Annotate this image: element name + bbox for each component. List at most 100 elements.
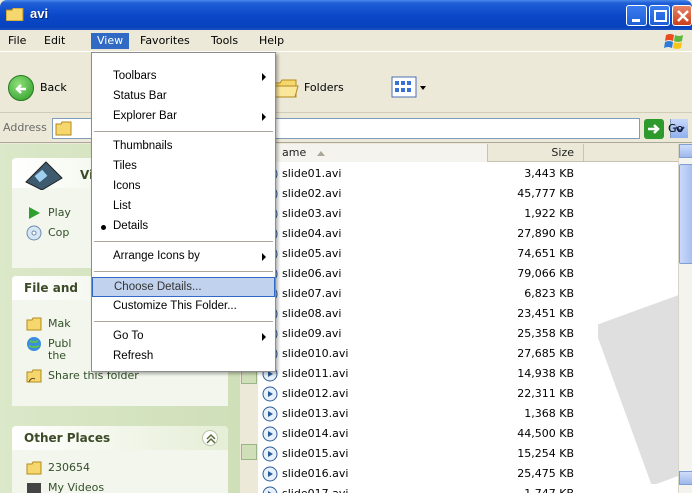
table-row[interactable]: slide08.avi 23,451 KB [258,304,678,324]
menu-item-icons[interactable]: Icons [92,177,275,197]
menu-item-customize-folder[interactable]: Customize This Folder... [92,297,275,317]
file-name: slide07.avi [282,287,342,300]
menu-item-status-bar[interactable]: Status Bar [92,87,275,107]
vertical-scrollbar[interactable] [678,144,692,493]
menu-item-choose-details[interactable]: Choose Details... [92,277,275,297]
table-row[interactable]: slide07.avi 6,823 KB [258,284,678,304]
avi-file-icon [262,486,278,493]
avi-file-icon [262,406,278,422]
table-row[interactable]: slide011.avi 14,938 KB [258,364,678,384]
menu-favorites[interactable]: Favorites [134,33,196,49]
table-row[interactable]: slide013.avi 1,368 KB [258,404,678,424]
scroll-up-button[interactable] [679,144,692,158]
menu-tools[interactable]: Tools [205,33,244,49]
make-new-folder-link[interactable]: Mak [26,316,71,332]
menu-item-refresh[interactable]: Refresh [92,347,275,367]
table-row[interactable]: slide02.avi 45,777 KB [258,184,678,204]
minimize-button[interactable] [626,5,647,26]
go-arrow-icon [648,124,660,134]
table-row[interactable]: slide012.avi 22,311 KB [258,384,678,404]
menu-separator [94,321,273,322]
table-row[interactable]: slide05.avi 74,651 KB [258,244,678,264]
file-tasks-title: File and [24,281,78,295]
size-column-label: Size [551,146,574,159]
window-title: avi [30,6,49,21]
file-size: 79,066 KB [517,267,574,280]
menu-item-toolbars[interactable]: Toolbars [92,67,275,87]
file-size: 27,685 KB [517,347,574,360]
publish-to-web-link-line2[interactable]: the [48,349,66,362]
close-button[interactable] [672,5,692,26]
collapse-icon[interactable] [202,430,218,446]
new-folder-icon [26,317,42,331]
menu-item-thumbnails[interactable]: Thumbnails [92,137,275,157]
folder-icon [26,461,42,475]
go-label[interactable]: Go [668,122,683,135]
copy-to-cd-link[interactable]: Cop [26,225,69,241]
file-name: slide06.avi [282,267,342,280]
cd-icon [26,225,42,241]
table-row[interactable]: slide06.avi 79,066 KB [258,264,678,284]
file-size: 1,922 KB [524,207,574,220]
maximize-icon [654,10,667,22]
avi-file-icon [262,446,278,462]
avi-file-icon [262,386,278,402]
table-row[interactable]: slide09.avi 25,358 KB [258,324,678,344]
table-row[interactable]: slide014.avi 44,500 KB [258,424,678,444]
scroll-arrow-down-2[interactable] [241,444,257,460]
other-places-header[interactable]: Other Places [12,426,228,450]
file-size: 25,475 KB [517,467,574,480]
back-label: Back [40,81,67,94]
file-size: 23,451 KB [517,307,574,320]
file-size: 1,747 KB [488,487,574,493]
minimize-icon [632,19,640,22]
table-row[interactable]: slide015.avi 15,254 KB [258,444,678,464]
menu-edit[interactable]: Edit [38,33,71,49]
submenu-arrow-icon [262,253,266,261]
file-name: slide017.avi [282,487,348,493]
file-size: 44,500 KB [517,427,574,440]
name-column-header[interactable]: ame [258,144,488,162]
place-my-videos-link[interactable]: My Videos [26,480,104,493]
file-name: slide03.avi [282,207,342,220]
file-name: slide013.avi [282,407,349,420]
table-row[interactable]: slide016.avi 25,475 KB [258,464,678,484]
table-row[interactable]: slide017.avi 1,747 KB [258,484,678,493]
submenu-arrow-icon [262,333,266,341]
table-row[interactable]: slide03.avi 1,922 KB [258,204,678,224]
menu-item-tiles[interactable]: Tiles [92,157,275,177]
menu-view[interactable]: View [91,33,130,49]
scroll-thumb[interactable] [679,164,692,264]
back-arrow-icon [8,75,34,101]
table-row[interactable]: slide010.avi 27,685 KB [258,344,678,364]
menu-file[interactable]: File [2,33,32,49]
menu-item-explorer-bar[interactable]: Explorer Bar [92,107,275,127]
file-size: 14,938 KB [517,367,574,380]
menu-item-details[interactable]: Details [92,217,275,237]
table-row[interactable]: slide01.avi 3,443 KB [258,164,678,184]
play-all-link[interactable]: Play [26,205,71,221]
scroll-down-button[interactable] [679,471,692,485]
menu-help[interactable]: Help [253,33,290,49]
file-name: slide02.avi [282,187,342,200]
menu-item-list[interactable]: List [92,197,275,217]
maximize-button[interactable] [649,5,670,26]
file-size: 3,443 KB [524,167,574,180]
go-button[interactable] [644,119,664,139]
table-row[interactable]: slide04.avi 27,890 KB [258,224,678,244]
view-menu: Toolbars Status Bar Explorer Bar Thumbna… [91,52,276,372]
film-strip-icon [25,161,63,190]
menu-item-arrange-icons-by[interactable]: Arrange Icons by [92,247,275,267]
file-name: slide012.avi [282,387,349,400]
file-size: 27,890 KB [517,227,574,240]
file-name: slide04.avi [282,227,342,240]
globe-icon [27,337,41,351]
place-230654-link[interactable]: 230654 [26,460,90,476]
views-button[interactable] [390,73,430,103]
file-name: slide010.avi [282,347,349,360]
menu-item-go-to[interactable]: Go To [92,327,275,347]
file-size: 22,311 KB [517,387,574,400]
menu-separator [94,241,273,242]
file-name: slide09.avi [282,327,342,340]
title-bar[interactable]: avi [0,0,692,30]
